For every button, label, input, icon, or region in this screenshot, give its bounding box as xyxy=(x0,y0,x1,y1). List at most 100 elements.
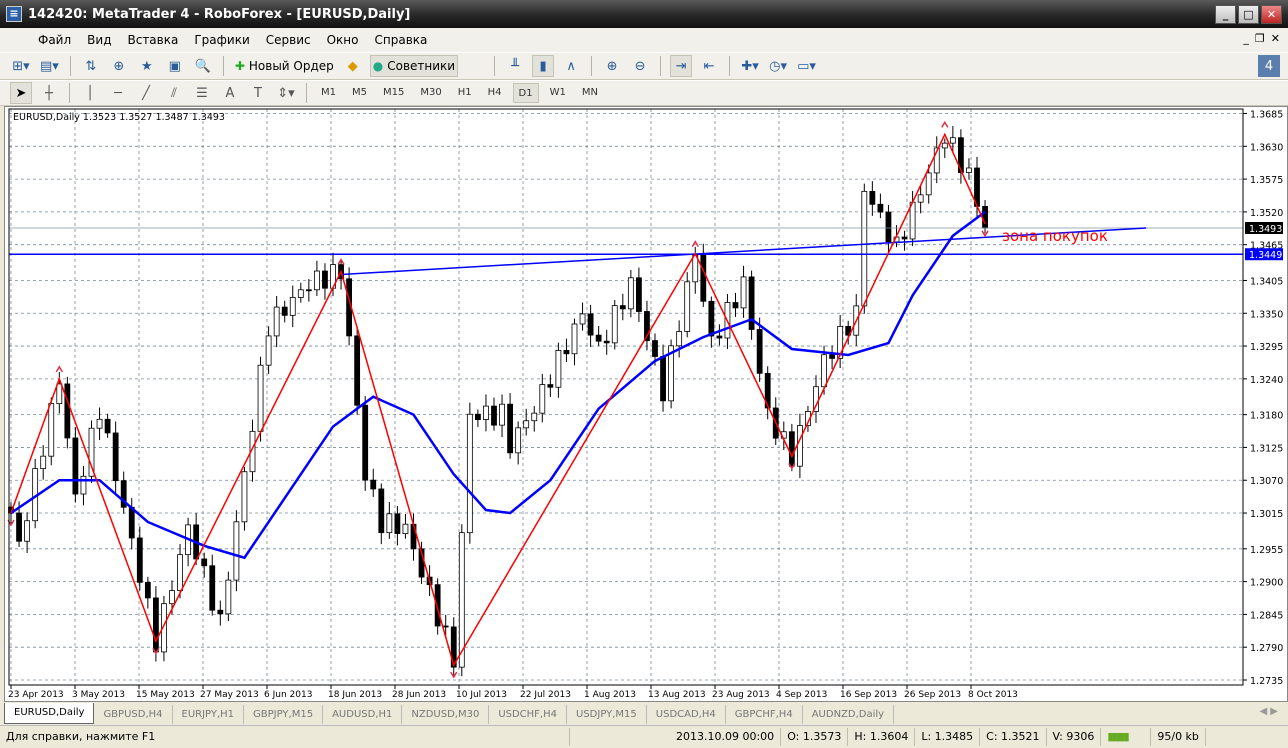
minimize-button[interactable]: _ xyxy=(1215,5,1236,24)
strategy-tester-icon[interactable]: 🔍 xyxy=(192,55,214,77)
price-tick-label: 1.2845 xyxy=(1250,610,1283,621)
status-traffic: 95/0 kb xyxy=(1151,728,1206,746)
date-label: 22 Jul 2013 xyxy=(520,690,571,700)
bar-chart-icon[interactable]: ╨ xyxy=(504,55,526,77)
bull-candle xyxy=(289,297,296,316)
arrows-icon[interactable]: ⇕▾ xyxy=(275,82,297,104)
timeframe-d1[interactable]: D1 xyxy=(512,83,539,103)
menu-charts[interactable]: Графики xyxy=(186,33,257,47)
date-label: 26 Sep 2013 xyxy=(904,690,961,700)
templates-icon[interactable]: ▭▾ xyxy=(795,55,818,77)
experts-button[interactable]: ● Советники xyxy=(369,55,459,77)
bear-candle xyxy=(394,513,401,535)
bull-candle xyxy=(611,305,618,344)
timeframe-mn[interactable]: MN xyxy=(577,83,603,103)
chart-tab[interactable]: USDCHF,H4 xyxy=(489,705,567,724)
bear-candle xyxy=(64,383,71,439)
equidistant-channel-icon[interactable]: ⫽ xyxy=(163,82,185,104)
tab-scroll-arrows[interactable]: ◀ ▶ xyxy=(1259,706,1278,717)
chart-tab[interactable]: USDCAD,H4 xyxy=(647,705,726,724)
menu-bar: Файл Вид Вставка Графики Сервис Окно Спр… xyxy=(0,28,1288,52)
timeframe-m5[interactable]: M5 xyxy=(347,83,372,103)
chart-window[interactable]: EURUSD,Daily 1.3523 1.3527 1.3487 1.3493… xyxy=(4,106,1288,702)
chart-shift-icon[interactable]: ⇤ xyxy=(698,55,720,77)
menu-file[interactable]: Файл xyxy=(30,33,79,47)
status-datetime: 2013.10.09 00:00 xyxy=(670,728,782,746)
bid-price-label: 1.3493 xyxy=(1249,224,1282,235)
price-tick-label: 1.3520 xyxy=(1250,208,1283,219)
bull-candle xyxy=(861,190,868,307)
timeframe-m1[interactable]: M1 xyxy=(316,83,341,103)
indicators-icon[interactable]: ✚▾ xyxy=(739,55,761,77)
trendline-icon[interactable]: ╱ xyxy=(135,82,157,104)
price-tick-label: 1.2955 xyxy=(1250,545,1283,556)
bull-candle xyxy=(257,364,264,432)
price-tick-label: 1.3685 xyxy=(1250,110,1283,121)
horizontal-line-icon[interactable]: ─ xyxy=(107,82,129,104)
navigator-icon[interactable]: ★ xyxy=(136,55,158,77)
chart-tab[interactable]: NZDUSD,M30 xyxy=(402,705,490,724)
menu-window[interactable]: Окно xyxy=(319,33,367,47)
chart-tab[interactable]: AUDUSD,H1 xyxy=(323,705,403,724)
autoscroll-icon[interactable]: ⇥ xyxy=(670,55,693,77)
bear-candle xyxy=(563,350,570,355)
fractal-up-icon xyxy=(691,240,699,248)
candlestick-chart-icon[interactable]: ▮ xyxy=(532,55,555,77)
price-chart[interactable]: EURUSD,Daily 1.3523 1.3527 1.3487 1.3493… xyxy=(5,107,1287,701)
terminal-icon[interactable]: ▣ xyxy=(164,55,186,77)
chart-tab[interactable]: GBPUSD,H4 xyxy=(94,705,173,724)
vertical-line-icon[interactable]: │ xyxy=(79,82,101,104)
status-high: H: 1.3604 xyxy=(848,728,916,746)
profiles-icon[interactable]: ▤▾ xyxy=(38,55,61,77)
timeframe-m30[interactable]: M30 xyxy=(415,83,446,103)
timeframe-h1[interactable]: H1 xyxy=(453,83,477,103)
metaeditor-icon[interactable]: ◆ xyxy=(342,55,364,77)
menu-tools[interactable]: Сервис xyxy=(258,33,319,47)
mdi-restore-button[interactable]: ❐ xyxy=(1255,32,1265,45)
bull-candle xyxy=(313,270,320,291)
zoom-in-icon[interactable]: ⊕ xyxy=(601,55,623,77)
bull-candle xyxy=(169,590,175,605)
chart-tab[interactable]: GBPJPY,M15 xyxy=(244,705,324,724)
date-label: 8 Oct 2013 xyxy=(968,690,1018,700)
menu-insert[interactable]: Вставка xyxy=(119,33,186,47)
date-label: 3 May 2013 xyxy=(72,690,125,700)
bear-candle xyxy=(378,488,385,534)
market-watch-icon[interactable]: ⇅ xyxy=(80,55,102,77)
bear-candle xyxy=(112,432,119,482)
bear-candle xyxy=(829,354,835,359)
periods-icon[interactable]: ◷▾ xyxy=(767,55,789,77)
text-label-icon[interactable]: T xyxy=(247,82,269,104)
price-tick-label: 1.2790 xyxy=(1250,643,1283,654)
cursor-icon[interactable]: ➤ xyxy=(10,82,32,104)
zoom-out-icon[interactable]: ⊖ xyxy=(629,55,651,77)
bear-candle xyxy=(136,537,143,583)
chart-tab[interactable]: USDJPY,M15 xyxy=(567,705,647,724)
mdi-minimize-button[interactable]: _ xyxy=(1243,32,1249,45)
chart-tab[interactable]: EURJPY,H1 xyxy=(173,705,245,724)
timeframe-m15[interactable]: M15 xyxy=(378,83,409,103)
menu-view[interactable]: Вид xyxy=(79,33,119,47)
level-price-label: 1.3449 xyxy=(1249,250,1282,261)
chart-tab[interactable]: AUDNZD,Daily xyxy=(803,705,895,724)
menu-help[interactable]: Справка xyxy=(367,33,436,47)
bull-candle xyxy=(917,194,924,203)
bull-candle xyxy=(80,475,87,495)
timeframe-h4[interactable]: H4 xyxy=(483,83,507,103)
bull-candle xyxy=(797,425,803,467)
crosshair-icon[interactable]: ┼ xyxy=(38,82,60,104)
data-window-icon[interactable]: ⊕ xyxy=(108,55,130,77)
mdi-close-button[interactable]: ✕ xyxy=(1271,32,1280,45)
maximize-button[interactable]: □ xyxy=(1238,5,1259,24)
fibonacci-icon[interactable]: ☰ xyxy=(191,82,213,104)
timeframe-w1[interactable]: W1 xyxy=(545,83,571,103)
close-button[interactable]: ✕ xyxy=(1261,5,1282,24)
chart-tab[interactable]: GBPCHF,H4 xyxy=(726,705,803,724)
bear-candle xyxy=(587,313,594,336)
text-icon[interactable]: A xyxy=(219,82,241,104)
new-chart-icon[interactable]: ⊞▾ xyxy=(10,55,32,77)
chat-icon[interactable]: 4 xyxy=(1258,55,1280,77)
new-order-button[interactable]: ✚ Новый Ордер xyxy=(233,55,336,77)
line-chart-icon[interactable]: ∧ xyxy=(560,55,582,77)
chart-tab[interactable]: EURUSD,Daily xyxy=(4,703,95,724)
